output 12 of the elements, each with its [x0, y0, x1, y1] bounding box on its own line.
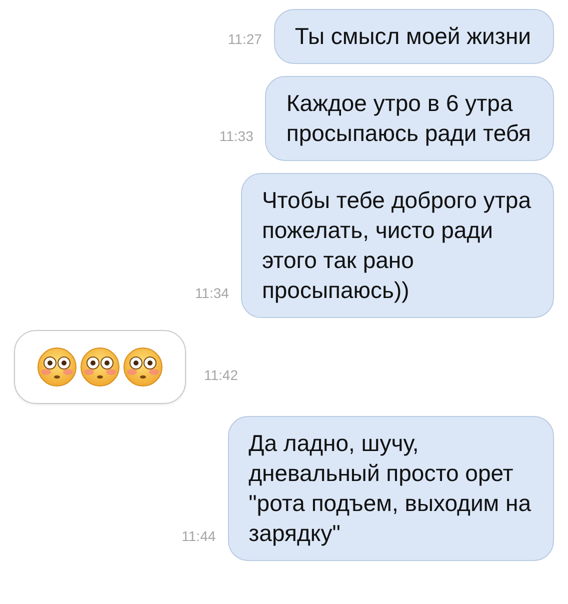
flushed-face-icon: [123, 347, 163, 387]
message-time: 11:42: [204, 366, 238, 385]
flushed-face-icon: [80, 347, 120, 387]
message-time: 11:44: [182, 527, 216, 546]
message-bubble: Ты смысл моей жизни: [274, 9, 554, 64]
message-bubble: Чтобы тебе доброго утра пожелать, чисто ради этого так рано просыпаюсь)): [240, 173, 554, 318]
message-time: 11:33: [219, 127, 254, 146]
message-bubble: Каждое утро в 6 утра просыпаюсь ради тебя: [265, 76, 554, 161]
message-time: 11:27: [228, 30, 262, 49]
message-time: 11:34: [194, 284, 229, 303]
flushed-face-icon: [37, 347, 77, 387]
message-bubble: Да ладно, шучу, дневальный просто орет "рота подъем, выходим на зарядку": [228, 416, 554, 561]
